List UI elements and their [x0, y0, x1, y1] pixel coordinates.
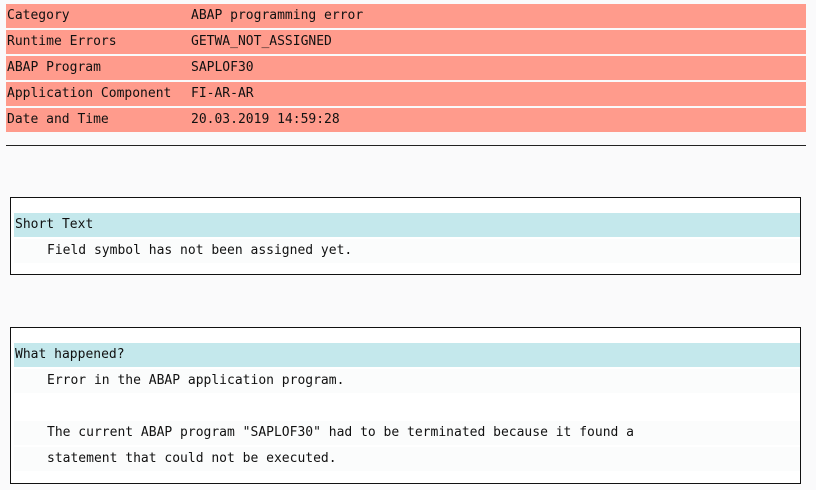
- header-key: Date and Time: [7, 112, 109, 127]
- short-text-section: Short Text Field symbol has not been ass…: [10, 197, 801, 275]
- header-value: 20.03.2019 14:59:28: [191, 112, 340, 127]
- what-happened-line: The current ABAP program "SAPLOF30" had …: [14, 421, 800, 445]
- what-happened-line: statement that could not be executed.: [14, 447, 800, 471]
- what-happened-line: Error in the ABAP application program.: [14, 369, 800, 393]
- what-happened-title: What happened?: [14, 343, 800, 367]
- header-value: GETWA_NOT_ASSIGNED: [191, 34, 332, 49]
- what-happened-section: What happened? Error in the ABAP applica…: [10, 327, 801, 484]
- short-text-line: Field symbol has not been assigned yet.: [14, 239, 800, 263]
- header-key: Application Component: [7, 86, 172, 101]
- dump-header-table: Category ABAP programming error Runtime …: [6, 4, 806, 134]
- header-row-date-and-time: Date and Time 20.03.2019 14:59:28: [6, 108, 806, 132]
- header-key: Runtime Errors: [7, 34, 117, 49]
- header-row-application-component: Application Component FI-AR-AR: [6, 82, 806, 106]
- header-row-abap-program: ABAP Program SAPLOF30: [6, 56, 806, 80]
- header-value: FI-AR-AR: [191, 86, 254, 101]
- header-row-category: Category ABAP programming error: [6, 4, 806, 28]
- header-key: Category: [7, 8, 70, 23]
- what-happened-line: [14, 395, 800, 419]
- header-value: SAPLOF30: [191, 60, 254, 75]
- header-key: ABAP Program: [7, 60, 101, 75]
- short-text-title: Short Text: [14, 213, 800, 237]
- header-row-runtime-errors: Runtime Errors GETWA_NOT_ASSIGNED: [6, 30, 806, 54]
- header-value: ABAP programming error: [191, 8, 364, 23]
- header-divider: [6, 145, 806, 146]
